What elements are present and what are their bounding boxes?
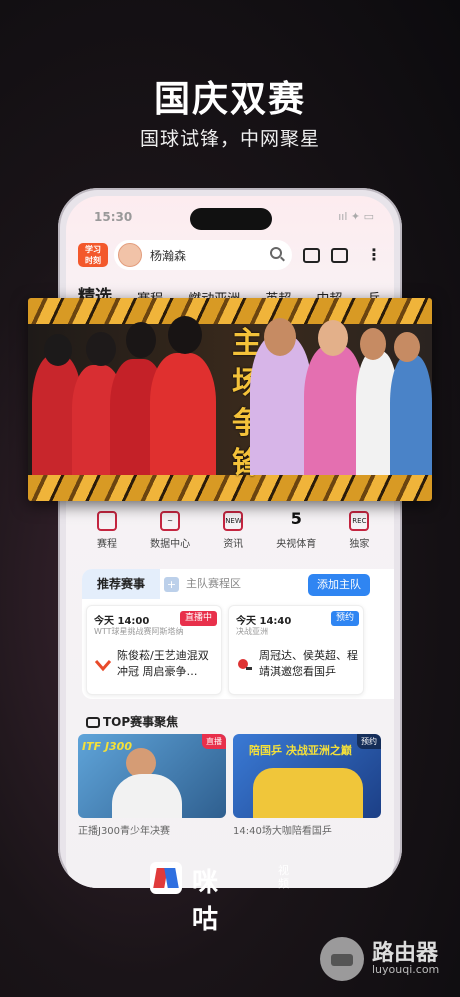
phone-frame: 15:30 ııl ✦ ▭ 学习 时刻 杨瀚森 ⋮ 精选 赛程 燃动亚洲 英超 …	[58, 188, 402, 888]
news-icon: NEW	[223, 511, 244, 531]
reserve-tag: 预约	[357, 734, 381, 749]
gift-icon[interactable]	[303, 248, 320, 263]
player-figure	[150, 353, 216, 475]
live-tag: 直播	[202, 734, 226, 749]
pingpong-logo-icon	[238, 659, 252, 670]
hero-banner[interactable]: 主场争锋	[28, 298, 432, 501]
reserve-badge[interactable]: 预约	[330, 611, 359, 626]
live-badge: 直播中	[179, 611, 217, 626]
hosts-image	[253, 768, 363, 818]
status-icons: ııl ✦ ▭	[338, 210, 374, 223]
thumb-title: ITF J300	[82, 740, 132, 753]
brand-name: 咪咕	[192, 868, 220, 935]
add-team-button[interactable]: 添加主队	[308, 574, 370, 596]
quick-label: 央视体育	[276, 539, 317, 550]
player-figure	[304, 345, 364, 475]
avatar	[118, 243, 142, 267]
watermark: 路由器 luyouqi.com	[320, 933, 450, 983]
player-hair	[126, 322, 156, 358]
quick-label: 独家	[349, 539, 370, 550]
match-event: 决战亚洲	[236, 627, 268, 636]
match-card[interactable]: 今天 14:40 决战亚洲 预约 周冠达、侯英超、程靖淇邀您看国乒	[228, 605, 364, 695]
study-time-badge[interactable]: 学习 时刻	[78, 243, 108, 267]
plus-icon: +	[164, 577, 179, 592]
promo-subline: 国球试锋，中网聚星	[139, 128, 320, 150]
player-hair	[44, 334, 72, 366]
top-section-label: TOP赛事聚焦	[103, 715, 179, 729]
status-time: 15:30	[94, 210, 133, 224]
search-text: 杨瀚森	[150, 249, 187, 263]
tab-recommend[interactable]: 推荐赛事	[82, 569, 160, 599]
player-figure	[390, 355, 432, 475]
quick-news[interactable]: NEW 资讯	[204, 511, 262, 550]
player-face	[394, 332, 420, 362]
match-event: WTT球星挑战赛阿斯塔纳	[94, 627, 184, 636]
tv-icon	[86, 717, 100, 728]
video-caption: 正播J300青少年决赛	[78, 826, 171, 837]
search-bar[interactable]: 杨瀚森	[114, 240, 292, 270]
app-topbar: 学习 时刻 杨瀚森 ⋮	[78, 240, 384, 270]
message-icon[interactable]	[331, 248, 348, 263]
match-time: 今天 14:00	[94, 616, 150, 627]
watermark-url: luyouqi.com	[372, 963, 440, 976]
study-time-label: 学习 时刻	[85, 245, 101, 265]
video-thumb-pingpong[interactable]: 陪国乒 决战亚洲之巅 预约	[233, 734, 381, 818]
player-hair	[168, 316, 202, 354]
search-icon[interactable]	[270, 247, 282, 259]
rec-icon: REC	[349, 511, 370, 531]
quick-label: 好物	[393, 535, 394, 550]
player-hair	[86, 332, 116, 366]
quick-shop[interactable]: 好物	[393, 511, 394, 550]
more-icon[interactable]: ⋮	[364, 245, 384, 265]
player-face	[318, 320, 348, 356]
migu-logo-icon	[150, 862, 182, 894]
player-face	[360, 328, 386, 360]
quick-exclusive[interactable]: REC 独家	[330, 511, 388, 550]
quick-label: 资讯	[223, 539, 244, 550]
player-figure	[250, 335, 312, 475]
wtt-logo-icon	[95, 660, 111, 672]
router-icon	[320, 937, 364, 981]
quick-label: 数据中心	[150, 539, 191, 550]
cctv5-icon: 5	[290, 509, 302, 528]
video-caption: 14:40场大咖陪看国乒	[233, 826, 332, 837]
promo-headline: 国庆双赛	[153, 79, 306, 120]
brand-sub: 视频	[278, 864, 289, 890]
match-title: 陈俊菘/王艺迪混双冲冠 周启豪争…	[117, 649, 209, 678]
recommend-panel: 推荐赛事 + 主队赛程区 添加主队 今天 14:00 WTT球星挑战赛阿斯塔纳 直…	[82, 569, 394, 699]
video-thumb-tennis[interactable]: ITF J300 直播	[78, 734, 226, 818]
quick-cctv5[interactable]: 5 央视体育	[267, 509, 325, 551]
quick-nav: 赛程 ~ 数据中心 NEW 资讯 5 央视体育 REC 独家 好物	[78, 511, 394, 561]
match-time: 今天 14:40	[236, 616, 292, 627]
dynamic-island	[190, 208, 272, 230]
player-face	[264, 318, 296, 356]
team-tab-label: 主队赛程区	[186, 577, 241, 590]
quick-data-center[interactable]: ~ 数据中心	[141, 511, 199, 550]
tab-team-schedule[interactable]: + 主队赛程区	[164, 569, 294, 599]
top-section-title: TOP赛事聚焦	[86, 713, 178, 730]
match-card[interactable]: 今天 14:00 WTT球星挑战赛阿斯塔纳 直播中 陈俊菘/王艺迪混双冲冠 周启…	[86, 605, 222, 695]
thumb-title: 陪国乒 决战亚洲之巅	[249, 744, 352, 757]
calendar-icon	[97, 511, 117, 531]
banner-gold-border	[28, 298, 432, 324]
quick-label: 赛程	[97, 539, 117, 550]
player-shirt	[112, 774, 182, 818]
match-title: 周冠达、侯英超、程靖淇邀您看国乒	[259, 649, 358, 678]
quick-schedule[interactable]: 赛程	[78, 511, 136, 550]
chart-icon: ~	[160, 511, 181, 531]
